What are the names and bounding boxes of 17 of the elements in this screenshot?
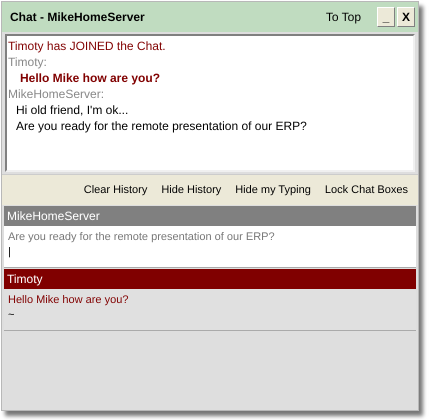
toolbar-button[interactable]: Hide my Typing xyxy=(229,182,317,198)
close-button[interactable]: X xyxy=(397,7,415,27)
window-title: Chat - MikeHomeServer xyxy=(10,10,146,24)
toolbar-button[interactable]: Lock Chat Boxes xyxy=(318,182,414,198)
system-message: Timoty has JOINED the Chat. xyxy=(8,38,167,54)
participant-header: MikeHomeServer xyxy=(4,206,416,226)
sender-name: Timoty: xyxy=(8,54,48,70)
to-top-button[interactable]: To Top xyxy=(322,10,365,24)
participant-header: Timoty xyxy=(4,269,416,289)
chat-message: Are you ready for the remote presentation of our ERP? xyxy=(15,118,308,134)
toolbar-button[interactable]: Clear History xyxy=(78,182,154,198)
sender-name: MikeHomeServer: xyxy=(8,86,106,102)
chat-message: Hello Mike how are you? xyxy=(19,70,162,86)
minimize-button[interactable]: _ xyxy=(377,7,395,27)
chat-message: Hi old friend, I'm ok... xyxy=(15,102,130,118)
typing-field[interactable]: Are you ready for the remote presentation of our ERP? | xyxy=(4,226,416,268)
toolbar-button[interactable]: Hide History xyxy=(155,182,228,198)
